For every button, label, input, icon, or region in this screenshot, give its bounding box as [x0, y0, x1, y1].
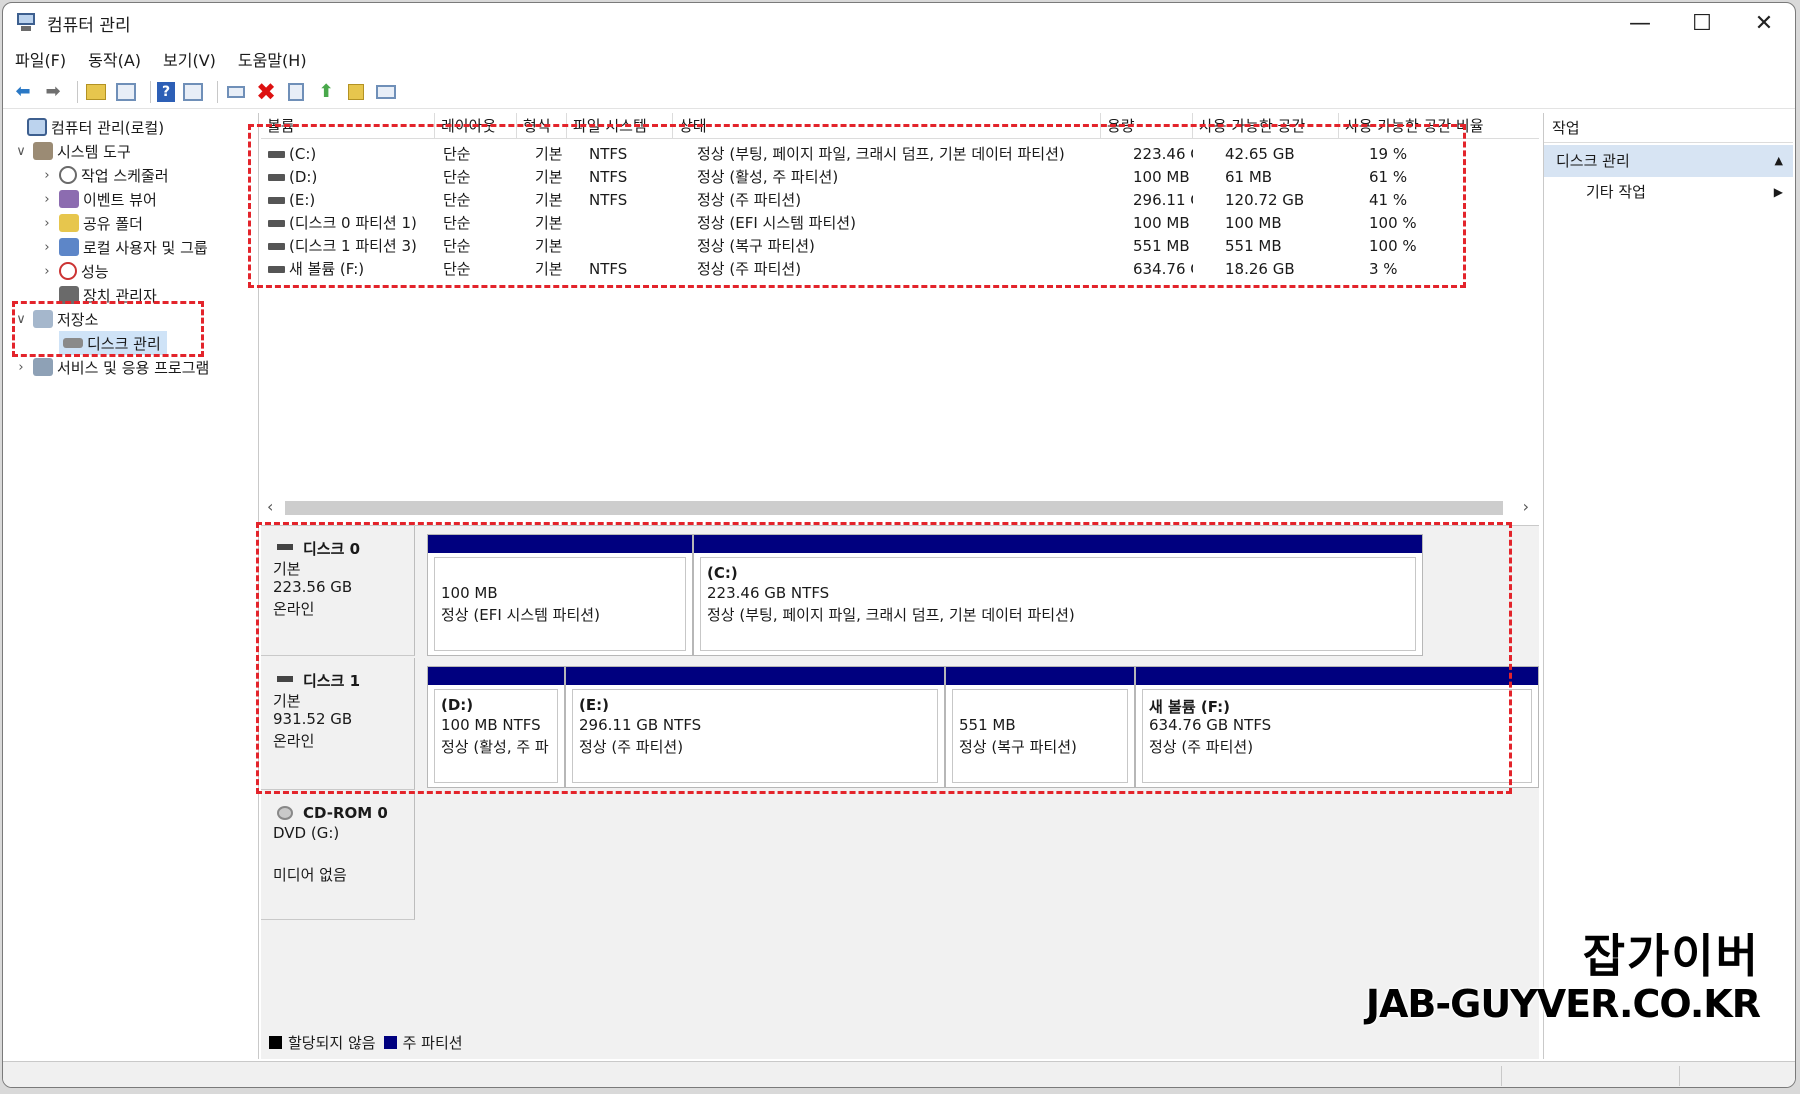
back-arrow-icon[interactable]: ⬅ — [11, 80, 35, 104]
collapse-up-icon[interactable]: ▲ — [1775, 145, 1783, 177]
tree-item-shared-folders[interactable]: › 공유 폴더 — [39, 211, 143, 235]
scroll-right-icon[interactable]: › — [1523, 497, 1529, 516]
action-section-disk-management[interactable]: 디스크 관리 ▲ — [1544, 145, 1793, 177]
action-pane-header: 작업 — [1544, 113, 1793, 143]
tree-item-task-scheduler[interactable]: › 작업 스케줄러 — [39, 163, 169, 187]
maximize-button[interactable]: ☐ — [1671, 3, 1733, 43]
tree-item-local-users[interactable]: › 로컬 사용자 및 그룹 — [39, 235, 208, 259]
toolbar-separator — [150, 80, 151, 103]
tree-item-services[interactable]: › 서비스 및 응용 프로그램 — [13, 355, 209, 379]
primary-partition-swatch — [383, 1036, 397, 1049]
close-button[interactable]: ✕ — [1733, 3, 1795, 43]
tree-label: 로컬 사용자 및 그룹 — [83, 238, 208, 257]
cd-rom-icon — [277, 806, 293, 820]
expand-chevron-icon[interactable]: › — [39, 216, 55, 231]
menu-view[interactable]: 보기(V) — [163, 47, 216, 71]
expand-chevron-icon[interactable]: › — [39, 192, 55, 207]
action-pane: 작업 디스크 관리 ▲ 기타 작업 ▶ — [1543, 113, 1793, 1059]
status-bar — [3, 1061, 1795, 1087]
expand-chevron-icon[interactable]: › — [39, 168, 55, 183]
action-more-actions[interactable]: 기타 작업 ▶ — [1544, 177, 1793, 207]
delete-icon[interactable]: ✖ — [254, 78, 278, 106]
event-viewer-icon — [59, 190, 79, 208]
highlight-disk-management-node — [12, 301, 204, 357]
disk-state: 미디어 없음 — [273, 866, 347, 884]
watermark-domain: JAB-GUYVER.CO.KR — [1365, 982, 1761, 1026]
computer-icon — [27, 118, 47, 136]
help-icon[interactable]: ? — [157, 81, 175, 102]
menu-file[interactable]: 파일(F) — [15, 47, 66, 71]
window-title: 컴퓨터 관리 — [47, 15, 131, 36]
title-bar: 컴퓨터 관리 — ☐ ✕ — [3, 3, 1795, 43]
toolbar: ⬅ ➡ ? ✖ ⬆ — [3, 75, 1795, 109]
tree-item-performance[interactable]: › 성능 — [39, 259, 109, 283]
tree-item-event-viewer[interactable]: › 이벤트 뷰어 — [39, 187, 157, 211]
tree-label: 작업 스케줄러 — [81, 166, 169, 185]
disk-name: CD-ROM 0 — [303, 804, 388, 822]
search-icon[interactable] — [348, 83, 364, 100]
users-icon — [59, 238, 79, 256]
expand-chevron-icon[interactable]: › — [39, 264, 55, 279]
tree-label: 성능 — [81, 262, 109, 281]
export-icon[interactable]: ⬆ — [314, 80, 338, 104]
scrollbar-thumb[interactable] — [285, 501, 1503, 515]
legend-unallocated: 할당되지 않음 — [288, 1034, 376, 1052]
status-divider — [1679, 1066, 1680, 1086]
legend-primary: 주 파티션 — [402, 1034, 463, 1052]
partition-legend: 할당되지 않음 주 파티션 — [269, 1032, 463, 1053]
unallocated-swatch — [269, 1036, 282, 1049]
clock-icon — [59, 166, 77, 184]
tree-label: 컴퓨터 관리(로컬) — [51, 118, 165, 137]
menu-help[interactable]: 도움말(H) — [238, 47, 307, 71]
collapse-chevron-icon[interactable]: ∨ — [13, 144, 29, 159]
disk-size — [273, 844, 414, 864]
show-hide-tree-icon[interactable] — [116, 82, 136, 101]
window-controls: — ☐ ✕ — [1609, 3, 1795, 43]
forward-arrow-icon[interactable]: ➡ — [41, 80, 65, 104]
action-section-label: 디스크 관리 — [1556, 152, 1630, 170]
menu-bar: 파일(F) 동작(A) 보기(V) 도움말(H) — [3, 45, 1795, 73]
menu-action[interactable]: 동작(A) — [88, 47, 141, 71]
submenu-arrow-icon: ▶ — [1773, 185, 1783, 199]
tools-icon — [33, 142, 53, 160]
tree-label: 시스템 도구 — [57, 142, 131, 161]
tree-label: 공유 폴더 — [83, 214, 143, 233]
tree-label: 서비스 및 응용 프로그램 — [57, 358, 210, 377]
disk-kind: DVD (G:) — [273, 824, 340, 842]
tree-label: 이벤트 뷰어 — [83, 190, 157, 209]
tree-item-computer-management[interactable]: 컴퓨터 관리(로컬) — [7, 115, 164, 139]
services-icon — [33, 358, 53, 376]
list-view-icon[interactable] — [376, 84, 396, 99]
cdrom-0-label[interactable]: CD-ROM 0 DVD (G:) 미디어 없음 — [261, 792, 415, 920]
properties-icon[interactable] — [288, 82, 304, 101]
performance-icon — [59, 262, 77, 280]
up-folder-icon[interactable] — [86, 83, 106, 100]
action-pane-icon[interactable] — [183, 82, 203, 101]
minimize-button[interactable]: — — [1609, 3, 1671, 43]
watermark-korean: 잡가이버 — [1582, 929, 1760, 983]
computer-management-icon — [15, 13, 37, 33]
scroll-left-icon[interactable]: ‹ — [267, 497, 273, 516]
expand-chevron-icon[interactable]: › — [13, 360, 29, 375]
toolbar-separator — [77, 80, 78, 103]
navigation-tree: 컴퓨터 관리(로컬) ∨ 시스템 도구 › 작업 스케줄러 › 이벤트 뷰어 ›… — [3, 113, 259, 1059]
tree-item-system-tools[interactable]: ∨ 시스템 도구 — [13, 139, 131, 163]
toolbar-separator — [217, 80, 218, 103]
highlight-disk-graph — [256, 522, 1512, 794]
action-item-label: 기타 작업 — [1586, 183, 1646, 201]
connect-icon[interactable] — [227, 85, 245, 98]
shared-folder-icon — [59, 214, 79, 232]
status-divider — [1501, 1066, 1502, 1086]
highlight-volume-list — [248, 124, 1466, 288]
expand-chevron-icon[interactable]: › — [39, 240, 55, 255]
horizontal-scrollbar[interactable]: ‹ › — [261, 495, 1539, 521]
